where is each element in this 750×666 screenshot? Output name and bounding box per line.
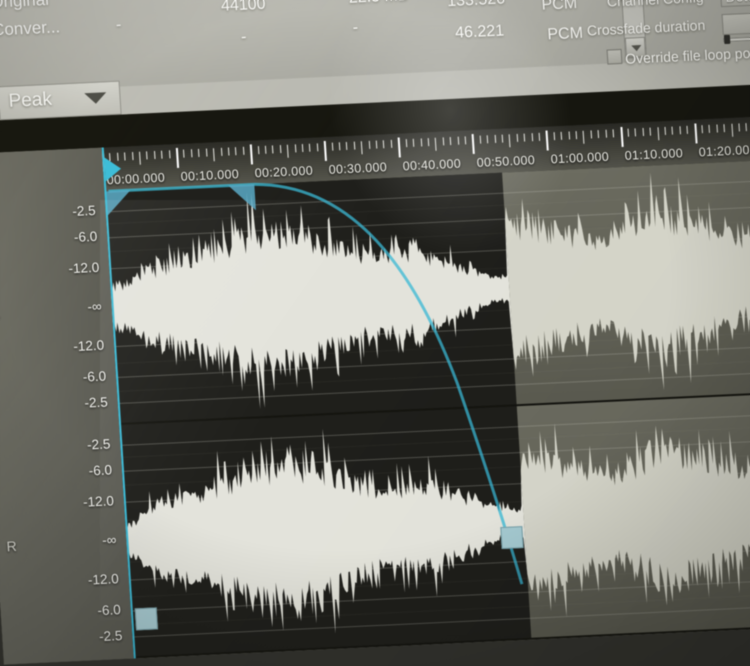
cell-converted-channels: - bbox=[115, 16, 122, 34]
channel-config-dropdown[interactable]: Detect [2.0 (L, bbox=[719, 0, 750, 8]
cell-original-channels: 2.0 bbox=[111, 0, 134, 2]
conversion-properties-panel: Make-Up Gain 0 Channel Config Detect [2.… bbox=[586, 0, 750, 94]
channel-label-R: R bbox=[6, 537, 18, 555]
playhead-marker-icon[interactable] bbox=[104, 156, 122, 182]
db-scale-label: -6.0 bbox=[88, 462, 113, 479]
ruler-label: 00:10.000 bbox=[180, 167, 240, 184]
cell-original-format: PCM bbox=[541, 0, 578, 14]
table-row-original-label: Original bbox=[0, 0, 50, 12]
db-scale-label: -2.5 bbox=[71, 202, 97, 219]
db-scale-label: -∞ bbox=[101, 532, 117, 548]
selection-start-marker-icon[interactable] bbox=[104, 190, 133, 218]
channel-config-label: Channel Config bbox=[597, 0, 703, 10]
db-scale-label: -2.5 bbox=[83, 394, 109, 411]
crossfade-duration-slider-thumb[interactable] bbox=[723, 34, 731, 45]
crossfade-duration-field[interactable]: 0 bbox=[721, 10, 750, 36]
ruler-label: 00:50.000 bbox=[476, 153, 536, 170]
db-scale-label: -6.0 bbox=[96, 601, 122, 618]
ruler-label: 01:00.000 bbox=[550, 149, 610, 167]
override-loop-points-checkbox[interactable] bbox=[606, 48, 623, 65]
ruler-label: 00:40.000 bbox=[402, 156, 462, 174]
cell-converted-duration: 46.221 bbox=[454, 22, 505, 42]
meter-mode-label: Peak bbox=[7, 88, 53, 112]
ruler-label: 01:10.000 bbox=[624, 146, 684, 163]
db-scale-label: -12.0 bbox=[67, 259, 100, 276]
monitor-photograph: Original Conver... 2.0 - 44100 - File Si… bbox=[0, 0, 750, 666]
cell-original-filesize: 22.5 MB bbox=[348, 0, 409, 8]
db-scale-label: -12.0 bbox=[87, 571, 120, 588]
cell-original-duration: 133.526 bbox=[446, 0, 506, 11]
db-scale-label: -2.5 bbox=[86, 436, 111, 453]
db-scale-label: -6.0 bbox=[73, 229, 98, 246]
override-loop-points-label: Override file loop points bbox=[624, 43, 750, 67]
db-scale-R: -2.5 -6.0 -12.0 -∞ -12.0 -6.0 -2.5 bbox=[0, 425, 134, 663]
cell-converted-format: PCM bbox=[546, 24, 584, 44]
waveform-editor[interactable]: 00:00.000 00:10.000 00:20.000 00:30.000 00:4… bbox=[0, 114, 750, 665]
selection-end-marker-icon[interactable] bbox=[228, 184, 256, 212]
screen-content: Original Conver... 2.0 - 44100 - File Si… bbox=[0, 0, 750, 665]
db-scale-label: -2.5 bbox=[98, 628, 123, 645]
cell-converted-samplerate: - bbox=[240, 28, 247, 46]
cell-converted-filesize: - bbox=[352, 19, 359, 37]
db-scale-label: -∞ bbox=[87, 298, 103, 315]
fade-envelope-curve[interactable] bbox=[104, 156, 750, 658]
fade-out-handle-end[interactable] bbox=[500, 526, 524, 550]
db-scale-label: -6.0 bbox=[82, 368, 107, 385]
table-row-converted-label: Conver... bbox=[0, 17, 61, 40]
db-scale-label: -12.0 bbox=[82, 492, 115, 510]
ruler-label: 00:30.000 bbox=[328, 160, 388, 177]
fade-in-handle-start[interactable] bbox=[134, 607, 159, 631]
db-scale-L: -2.5 -6.0 -12.0 -∞ -12.0 -6.0 -2.5 bbox=[0, 191, 119, 429]
ruler-label: 00:20.000 bbox=[254, 163, 314, 181]
cell-original-samplerate: 44100 bbox=[220, 0, 267, 15]
ruler-label: 01:20.000 bbox=[698, 142, 750, 160]
chevron-down-icon bbox=[84, 92, 107, 105]
db-scale-label: -12.0 bbox=[72, 338, 105, 355]
fade-out-curve-path[interactable] bbox=[108, 173, 524, 602]
